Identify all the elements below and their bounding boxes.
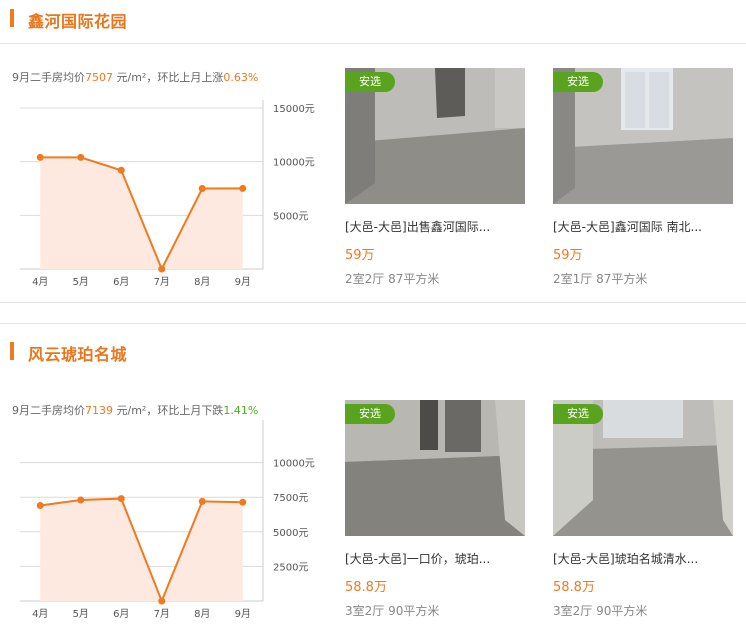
anxuan-tag: 安选 — [553, 72, 603, 92]
data-point — [239, 184, 247, 192]
listing-price: 58.8万 — [345, 580, 387, 595]
data-point — [36, 502, 44, 510]
x-tick-label: 9月 — [235, 276, 251, 288]
x-tick-label: 7月 — [154, 608, 170, 620]
listing-price: 58.8万 — [553, 580, 595, 595]
x-tick-label: 8月 — [194, 608, 210, 620]
listing-spec: 2室1厅 87平方米 — [553, 272, 648, 286]
price-trend-svg: 10000元 7500元 5000元 2500元 4月 5月 6月 7月 8月 9月 — [20, 420, 315, 620]
x-tick-label: 6月 — [113, 276, 129, 288]
data-point — [117, 495, 125, 503]
y-tick-label: 15000元 — [273, 104, 315, 115]
listing-photo[interactable]: 安选 — [345, 68, 525, 204]
section-divider — [0, 302, 746, 303]
x-tick-label: 8月 — [194, 276, 210, 288]
x-tick-label: 5月 — [73, 276, 89, 288]
listing-card[interactable]: 安选 [大邑-大邑]琥珀名城清水... 58.8万 3室2厅 90平方米 — [553, 400, 733, 618]
listing-price: 59万 — [553, 248, 583, 263]
x-tick-label: 4月 — [32, 276, 48, 288]
x-tick-label: 4月 — [32, 608, 48, 620]
listing-spec: 3室2厅 90平方米 — [553, 604, 648, 618]
listing-title[interactable]: [大邑-大邑]一口价，琥珀... — [345, 550, 525, 567]
listing-card[interactable]: 安选 [大邑-大邑]出售鑫河国际... 59万 2室2厅 87平方米 — [345, 68, 525, 286]
y-tick-label: 2500元 — [273, 562, 308, 573]
anxuan-tag: 安选 — [345, 404, 395, 424]
data-point — [77, 153, 85, 161]
listing-photo[interactable]: 安选 — [345, 400, 525, 536]
listing-title[interactable]: [大邑-大邑]鑫河国际 南北... — [553, 218, 733, 235]
x-tick-label: 7月 — [154, 276, 170, 288]
data-point — [239, 498, 247, 506]
listing-title[interactable]: [大邑-大邑]琥珀名城清水... — [553, 550, 733, 567]
y-tick-label: 10000元 — [273, 459, 315, 470]
listing-photo[interactable]: 安选 — [553, 68, 733, 204]
x-tick-label: 6月 — [113, 608, 129, 620]
listing-card[interactable]: 安选 [大邑-大邑]一口价，琥珀... 58.8万 3室2厅 90平方米 — [345, 400, 525, 618]
data-point — [36, 153, 44, 161]
listing-title[interactable]: [大邑-大邑]出售鑫河国际... — [345, 218, 525, 235]
data-point — [117, 166, 125, 174]
series-area — [40, 157, 243, 269]
data-point — [198, 497, 206, 505]
listing-spec: 2室2厅 87平方米 — [345, 272, 440, 286]
data-point — [198, 185, 206, 192]
listing-price: 59万 — [345, 248, 375, 263]
community-section: 鑫河国际花园 9月二手房均价7507 元/m²，环比上月上涨0.63% 1500… — [0, 0, 746, 318]
data-point — [158, 597, 166, 605]
price-trend-chart: 10000元 7500元 5000元 2500元 4月 5月 6月 7月 8月 9月 — [0, 320, 330, 631]
data-point — [77, 496, 85, 504]
listing-spec: 3室2厅 90平方米 — [345, 604, 440, 618]
data-point — [158, 265, 166, 273]
listing-card[interactable]: 安选 [大邑-大邑]鑫河国际 南北... 59万 2室1厅 87平方米 — [553, 68, 733, 286]
y-tick-label: 5000元 — [273, 211, 308, 222]
x-tick-label: 9月 — [235, 608, 251, 620]
anxuan-tag: 安选 — [553, 404, 603, 424]
y-tick-label: 7500元 — [273, 493, 308, 504]
y-tick-label: 10000元 — [273, 158, 315, 169]
community-section: 风云琥珀名城 9月二手房均价7139 元/m²，环比上月下跌1.41% 1000… — [0, 320, 746, 631]
anxuan-tag: 安选 — [345, 72, 395, 92]
y-tick-label: 5000元 — [273, 528, 308, 539]
price-trend-svg: 15000元 10000元 5000元 4月 5月 6月 7月 8月 9月 — [20, 100, 315, 288]
price-trend-chart: 15000元 10000元 5000元 4月 5月 6月 7月 8月 9月 — [0, 0, 330, 304]
x-tick-label: 5月 — [73, 608, 89, 620]
listing-photo[interactable]: 安选 — [553, 400, 733, 536]
